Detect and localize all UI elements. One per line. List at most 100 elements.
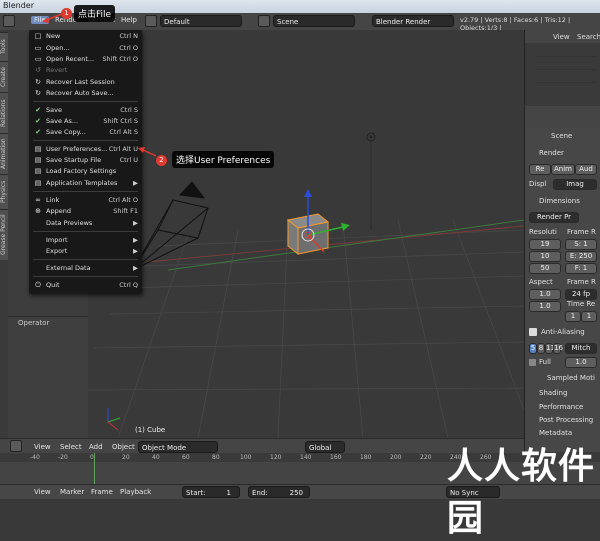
menu-item-save-copy[interactable]: ✔ Save Copy... Ctrl Alt S xyxy=(29,127,142,138)
timeline-menu-view[interactable]: View xyxy=(34,488,51,496)
anti-aliasing-header[interactable]: Anti-Aliasing xyxy=(541,328,585,336)
aa-samples-16[interactable]: 16 xyxy=(553,343,563,354)
menu-item-save-as[interactable]: ✔ Save As... Shift Ctrl S xyxy=(29,116,142,127)
fps-label: Frame R xyxy=(567,278,596,286)
menu-item-external-data[interactable]: External Data ▶ xyxy=(29,263,142,274)
render-animation-button[interactable]: Anim xyxy=(551,164,575,175)
display-select[interactable]: Imag xyxy=(553,179,597,190)
section-metadata[interactable]: Metadata xyxy=(539,429,572,437)
orientation-select[interactable]: Global xyxy=(305,441,345,453)
menu-item-save-startup[interactable]: ▤ Save Startup File Ctrl U xyxy=(29,155,142,166)
timeline-menu-playback[interactable]: Playback xyxy=(120,488,151,496)
timeline-menu-marker[interactable]: Marker xyxy=(60,488,84,496)
menu-help[interactable]: Help xyxy=(121,16,137,24)
time-remap-new-field[interactable]: 1 xyxy=(581,311,597,322)
aspect-x-field[interactable]: 1.0 xyxy=(529,289,561,300)
frame-start-field[interactable]: S: 1 xyxy=(565,239,597,250)
templates-icon: ▤ xyxy=(34,179,42,187)
aa-samples-11[interactable]: 11 xyxy=(545,343,555,354)
tab-relations[interactable]: Relations xyxy=(0,92,8,133)
view3d-menu-object[interactable]: Object xyxy=(112,443,135,451)
resolution-y-field[interactable]: 10 xyxy=(529,251,561,262)
menu-item-load-factory[interactable]: ▤ Load Factory Settings xyxy=(29,166,142,177)
3d-viewport[interactable] xyxy=(88,30,524,438)
timeline-tick: 220 xyxy=(420,454,432,461)
menu-item-recover-auto[interactable]: ↻ Recover Auto Save... xyxy=(29,88,142,99)
resolution-percent-field[interactable]: 50 xyxy=(529,263,561,274)
outliner-row[interactable] xyxy=(535,86,595,95)
outliner-row[interactable] xyxy=(535,73,595,83)
time-remap-label: Time Re xyxy=(567,300,596,308)
tab-grease-pencil[interactable]: Grease Pencil xyxy=(0,209,8,260)
outliner-search[interactable]: Search xyxy=(577,33,600,41)
section-post-processing[interactable]: Post Processing xyxy=(539,416,593,424)
aa-samples-5[interactable]: 5 xyxy=(529,343,537,354)
aspect-label: Aspect xyxy=(529,278,553,286)
anti-aliasing-checkbox[interactable] xyxy=(529,328,537,336)
full-sample-label: Full xyxy=(539,358,551,366)
menu-item-append[interactable]: ⊕ Append Shift F1 xyxy=(29,206,142,217)
menu-item-save[interactable]: ✔ Save Ctrl S xyxy=(29,105,142,116)
menu-item-recover-last[interactable]: ↻ Recover Last Session xyxy=(29,77,142,88)
tab-physics[interactable]: Physics xyxy=(0,174,8,209)
fps-select[interactable]: 24 fp xyxy=(565,289,597,300)
frame-step-field[interactable]: F: 1 xyxy=(565,263,597,274)
outliner-row[interactable] xyxy=(535,47,595,57)
render-preset-select[interactable]: Render Pr xyxy=(529,212,579,223)
frame-end-field[interactable]: E: 250 xyxy=(565,251,597,262)
recent-icon: ▭ xyxy=(34,55,42,63)
outliner-row[interactable] xyxy=(535,60,595,70)
start-frame-field[interactable]: Start: 1 xyxy=(182,486,240,498)
render-section-header[interactable]: Render xyxy=(539,149,564,157)
menu-item-quit[interactable]: ⏻ Quit Ctrl Q xyxy=(29,280,142,291)
tab-animation[interactable]: Animation xyxy=(0,133,8,174)
menu-separator xyxy=(33,276,138,277)
quit-icon: ⏻ xyxy=(35,281,41,289)
timeline-menu-frame[interactable]: Frame xyxy=(91,488,113,496)
render-engine-select[interactable]: Blender Render xyxy=(372,15,454,27)
properties-editor: Scene Render Re Anim Aud Displ Imag Dime… xyxy=(524,106,600,452)
scene-select[interactable]: Scene xyxy=(273,15,355,27)
outliner: View Search xyxy=(524,30,600,105)
aa-samples-8[interactable]: 8 xyxy=(537,343,545,354)
frame-range-label: Frame R xyxy=(567,228,596,236)
menu-item-export[interactable]: Export ▶ xyxy=(29,246,142,257)
render-audio-button[interactable]: Aud xyxy=(575,164,597,175)
mode-select[interactable]: Object Mode xyxy=(138,441,218,453)
menu-item-open[interactable]: ▭ Open... Ctrl O xyxy=(29,43,142,54)
menu-item-new[interactable]: □ New Ctrl N xyxy=(29,31,142,42)
time-remap-old-field[interactable]: 1 xyxy=(565,311,581,322)
view3d-menu-select[interactable]: Select xyxy=(60,443,82,451)
full-sample-checkbox[interactable] xyxy=(529,359,536,366)
timeline-tick: 200 xyxy=(390,454,402,461)
filter-size-field[interactable]: 1.0 xyxy=(565,357,597,368)
menu-item-app-templates[interactable]: ▤ Application Templates ▶ xyxy=(29,178,142,189)
aa-filter-select[interactable]: Mitch xyxy=(565,343,597,354)
tab-tools[interactable]: Tools xyxy=(0,32,8,61)
view3d-menu-add[interactable]: Add xyxy=(89,443,103,451)
timeline-tick: 160 xyxy=(330,454,342,461)
screen-layout-select[interactable]: Default xyxy=(160,15,242,27)
scene-icon[interactable] xyxy=(258,15,270,27)
view3d-menu-view[interactable]: View xyxy=(34,443,51,451)
append-icon: ⊕ xyxy=(35,207,41,215)
step-2-arrow xyxy=(138,147,157,157)
section-sampled-motion[interactable]: Sampled Moti xyxy=(547,374,595,382)
outliner-view-menu[interactable]: View xyxy=(553,33,570,41)
resolution-x-field[interactable]: 19 xyxy=(529,239,561,250)
end-frame-field[interactable]: End: 250 xyxy=(248,486,310,498)
dimensions-section-header[interactable]: Dimensions xyxy=(539,197,580,205)
menu-item-user-preferences[interactable]: ▤ User Preferences... Ctrl Alt U xyxy=(29,144,142,155)
view3d-editor-icon[interactable] xyxy=(10,440,22,452)
menu-item-open-recent[interactable]: ▭ Open Recent... Shift Ctrl O xyxy=(29,54,142,65)
menu-item-link[interactable]: ∞ Link Ctrl Alt O xyxy=(29,195,142,206)
menu-item-data-previews[interactable]: Data Previews ▶ xyxy=(29,218,142,229)
tab-create[interactable]: Create xyxy=(0,61,8,92)
menu-item-import[interactable]: Import ▶ xyxy=(29,235,142,246)
editor-type-icon[interactable] xyxy=(3,15,15,27)
render-image-button[interactable]: Re xyxy=(529,164,551,175)
section-shading[interactable]: Shading xyxy=(539,389,567,397)
layout-icon[interactable] xyxy=(145,15,157,27)
aspect-y-field[interactable]: 1.0 xyxy=(529,301,561,312)
section-performance[interactable]: Performance xyxy=(539,403,583,411)
